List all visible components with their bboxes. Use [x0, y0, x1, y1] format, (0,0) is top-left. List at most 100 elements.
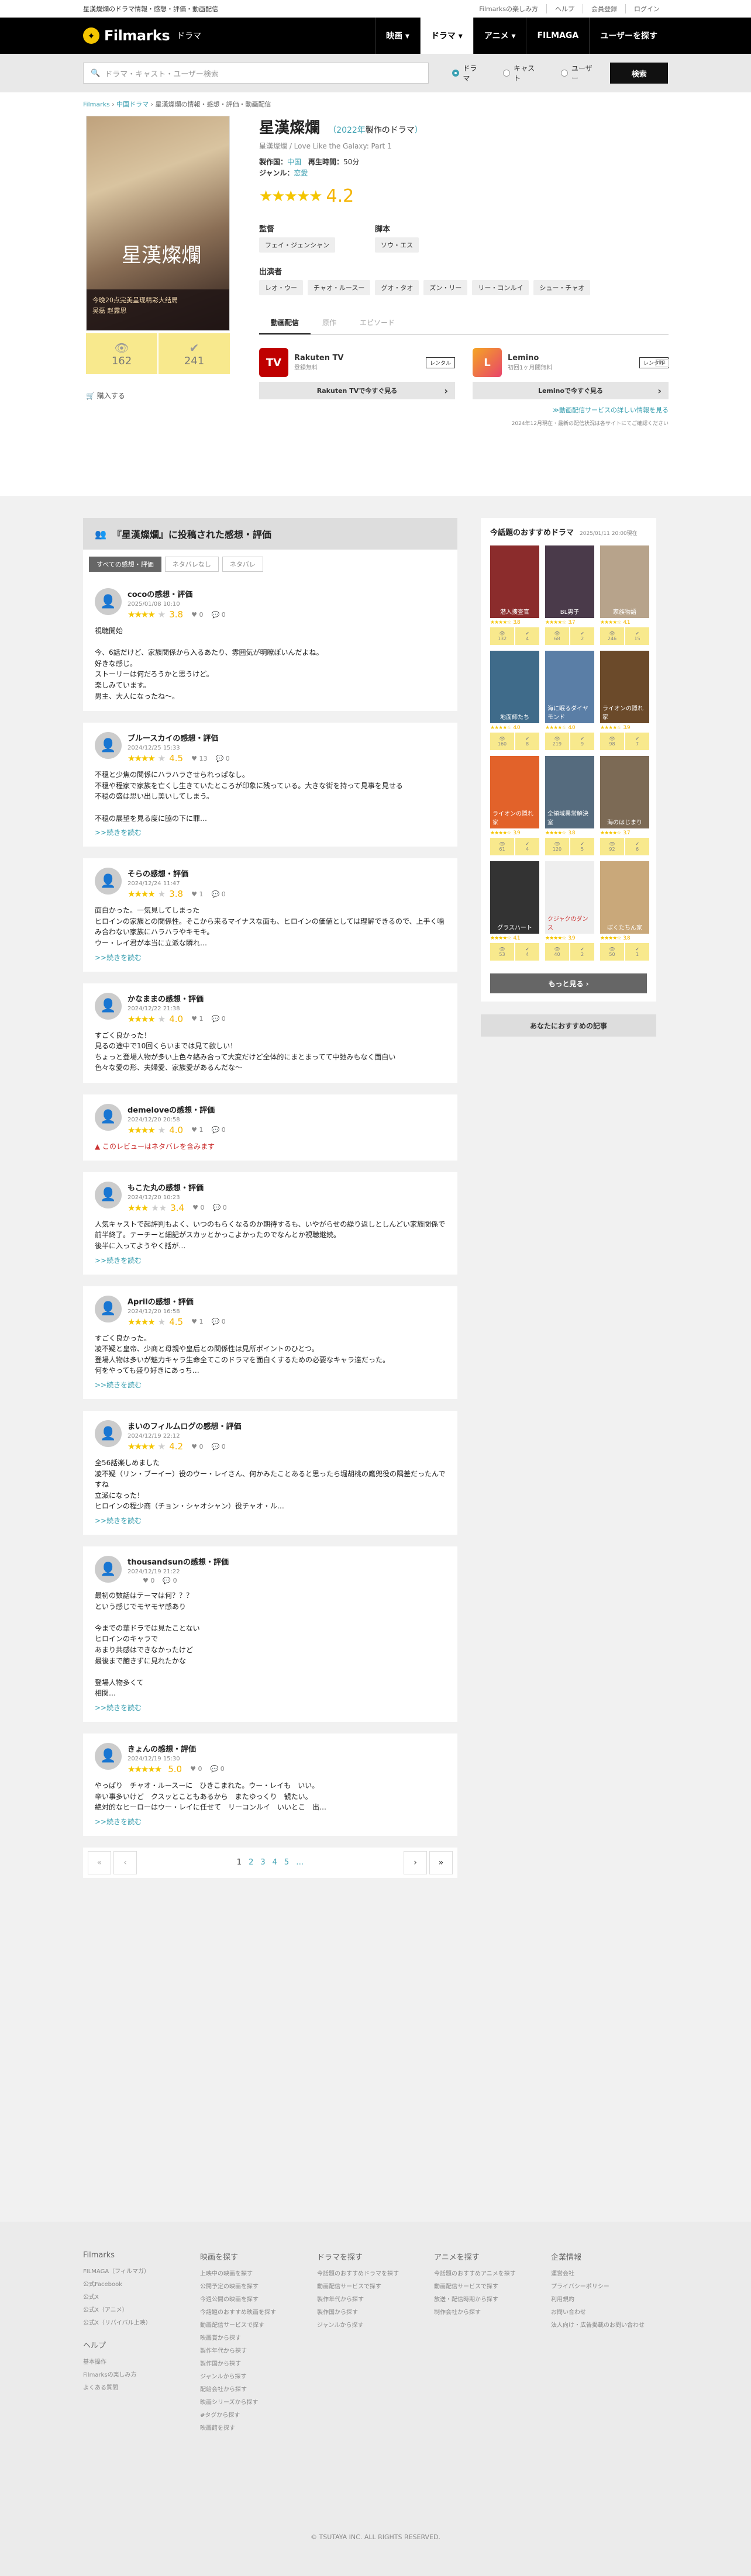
avatar[interactable]: 👤	[95, 1295, 122, 1322]
director-tag[interactable]: フェイ・ジェンシャン	[259, 237, 335, 253]
footer-link[interactable]: 運営会社	[551, 2268, 668, 2281]
footer-link[interactable]: 製作国から探す	[317, 2306, 434, 2319]
footer-link[interactable]: 動画配信サービスで探す	[317, 2281, 434, 2294]
watchlist-button[interactable]: 👁 162	[86, 333, 157, 374]
buy-link[interactable]: 🛒 購入する	[86, 391, 125, 400]
more-trending-button[interactable]: もっと見る ›	[490, 973, 647, 993]
nav-drama[interactable]: ドラマ ▾	[419, 18, 473, 54]
reviewer-name[interactable]: かなままの感想・評価	[128, 993, 226, 1004]
reviewer-name[interactable]: Aprilの感想・評価	[128, 1296, 226, 1307]
filter-no-spoiler[interactable]: ネタバレなし	[164, 557, 219, 572]
trending-thumbnail[interactable]: 海のはじまり	[600, 756, 649, 828]
avatar[interactable]: 👤	[95, 1181, 122, 1208]
footer-link[interactable]: 上映中の映画を探す	[200, 2268, 317, 2281]
radio-drama[interactable]: ドラマ	[452, 63, 483, 83]
comment-button[interactable]: 💬 0	[212, 1204, 226, 1211]
watched-button[interactable]: ✔ 9	[570, 733, 594, 750]
like-button[interactable]: ♥ 1	[191, 890, 203, 898]
comment-button[interactable]: 💬 0	[211, 1126, 225, 1134]
filter-spoiler[interactable]: ネタバレ	[222, 557, 263, 572]
watchlist-button[interactable]: 👁 40	[545, 943, 569, 961]
read-more-link[interactable]: >>続きを読む	[95, 1817, 446, 1826]
lemino-watch-button[interactable]: Leminoで今すぐ見る	[473, 382, 669, 400]
nav-movies[interactable]: 映画 ▾	[375, 18, 420, 54]
footer-link[interactable]: 動画配信サービスで探す	[434, 2281, 551, 2294]
watched-button[interactable]: ✔ 15	[625, 627, 649, 645]
avatar[interactable]: 👤	[95, 1742, 122, 1770]
reviewer-name[interactable]: cocoの感想・評価	[128, 588, 226, 599]
like-button[interactable]: ♥ 0	[143, 1577, 154, 1584]
read-more-link[interactable]: >>続きを読む	[95, 827, 446, 837]
like-button[interactable]: ♥ 0	[191, 1443, 203, 1451]
comment-button[interactable]: 💬 0	[211, 1015, 225, 1023]
footer-link[interactable]: ジャンルから探す	[317, 2319, 434, 2332]
watched-button[interactable]: ✔ 241	[159, 333, 230, 374]
footer-link[interactable]: 製作年代から探す	[200, 2345, 317, 2358]
comment-button[interactable]: 💬 0	[210, 1765, 224, 1773]
read-more-link[interactable]: >>続きを読む	[95, 1255, 446, 1265]
trending-thumbnail[interactable]: 潜入捜査官	[490, 545, 539, 618]
breadcrumb-category[interactable]: 中国ドラマ	[116, 101, 149, 108]
footer-link[interactable]: 利用規約	[551, 2294, 668, 2306]
comment-button[interactable]: 💬 0	[163, 1577, 177, 1584]
comment-button[interactable]: 💬 0	[211, 1318, 225, 1325]
watchlist-button[interactable]: 👁 68	[545, 627, 569, 645]
watchlist-button[interactable]: 👁 61	[490, 838, 514, 855]
cast-tag[interactable]: シュー・チャオ	[533, 280, 591, 296]
footer-link[interactable]: 動画配信サービスで探す	[200, 2319, 317, 2332]
trending-thumbnail[interactable]: グラスハート	[490, 861, 539, 934]
read-more-link[interactable]: >>続きを読む	[95, 1380, 446, 1390]
writer-tag[interactable]: ソウ・エス	[375, 237, 419, 253]
watchlist-button[interactable]: 👁 53	[490, 943, 514, 961]
footer-link[interactable]: 今話題のおすすめアニメを探す	[434, 2268, 551, 2281]
avatar[interactable]: 👤	[95, 732, 122, 759]
rakuten-watch-button[interactable]: Rakuten TVで今すぐ見る	[259, 382, 455, 400]
footer-link[interactable]: 映画賞から探す	[200, 2332, 317, 2345]
reviewer-name[interactable]: もこた丸の感想・評価	[128, 1182, 227, 1193]
comment-button[interactable]: 💬 0	[211, 890, 225, 898]
trending-item[interactable]: ライオンの隠れ家 ★★★★☆ 3.9 👁 61 ✔ 4	[490, 756, 539, 855]
trending-thumbnail[interactable]: ライオンの隠れ家	[490, 756, 539, 828]
like-button[interactable]: ♥ 1	[191, 1015, 203, 1023]
watched-button[interactable]: ✔ 7	[625, 733, 649, 750]
footer-link[interactable]: よくある質問	[83, 2382, 200, 2395]
cast-tag[interactable]: グオ・タオ	[375, 280, 419, 296]
link-help[interactable]: ヘルプ	[546, 4, 583, 13]
trending-thumbnail[interactable]: クジャクのダンス	[545, 861, 594, 934]
like-button[interactable]: ♥ 1	[191, 1318, 203, 1325]
like-button[interactable]: ♥ 1	[191, 1126, 203, 1134]
filter-all[interactable]: すべての感想・評価	[89, 557, 161, 572]
tab-streaming[interactable]: 動画配信	[259, 312, 311, 335]
trending-thumbnail[interactable]: 海に眠るダイヤモンド	[545, 651, 594, 723]
reviewer-name[interactable]: きょんの感想・評価	[128, 1743, 225, 1754]
tab-episodes[interactable]: エピソード	[348, 312, 406, 334]
like-button[interactable]: ♥ 0	[191, 611, 203, 619]
watched-button[interactable]: ✔ 2	[570, 943, 594, 961]
footer-link[interactable]: 今週公開の映画を探す	[200, 2294, 317, 2306]
footer-link[interactable]: 公式X（アニメ）	[83, 2304, 200, 2317]
watched-button[interactable]: ✔ 6	[625, 838, 649, 855]
radio-user[interactable]: ユーザー	[561, 63, 598, 83]
footer-link[interactable]: 公式X（リバイバル上映）	[83, 2317, 200, 2330]
comment-button[interactable]: 💬 0	[211, 611, 225, 619]
watchlist-button[interactable]: 👁 120	[545, 838, 569, 855]
trending-item[interactable]: ライオンの隠れ家 ★★★★☆ 3.9 👁 98 ✔ 7	[600, 651, 649, 750]
footer-link[interactable]: 今話題のおすすめドラマを探す	[317, 2268, 434, 2281]
trending-item[interactable]: 海に眠るダイヤモンド ★★★★☆ 4.0 👁 219 ✔ 9	[545, 651, 594, 750]
trending-item[interactable]: ぼくたちん家 ★★★★☆ 3.8 👁 50 ✔ 1	[600, 861, 649, 961]
footer-link[interactable]: 制作会社から探す	[434, 2306, 551, 2319]
avatar[interactable]: 👤	[95, 1420, 122, 1448]
avatar[interactable]: 👤	[95, 1103, 122, 1131]
comment-button[interactable]: 💬 0	[215, 755, 229, 762]
tab-original[interactable]: 原作	[311, 312, 348, 334]
watched-button[interactable]: ✔ 8	[515, 733, 539, 750]
link-howto[interactable]: Filmarksの楽しみ方	[471, 4, 546, 13]
more-services-link[interactable]: ≫動画配信サービスの詳しい情報を見る	[259, 405, 669, 415]
watched-button[interactable]: ✔ 2	[570, 627, 594, 645]
trending-thumbnail[interactable]: BL男子	[545, 545, 594, 618]
read-more-link[interactable]: >>続きを読む	[95, 1703, 446, 1712]
avatar[interactable]: 👤	[95, 1556, 122, 1583]
cast-tag[interactable]: レオ・ウー	[259, 280, 303, 296]
footer-link[interactable]: お問い合わせ	[551, 2306, 668, 2319]
footer-link[interactable]: FILMAGA（フィルマガ）	[83, 2266, 200, 2278]
